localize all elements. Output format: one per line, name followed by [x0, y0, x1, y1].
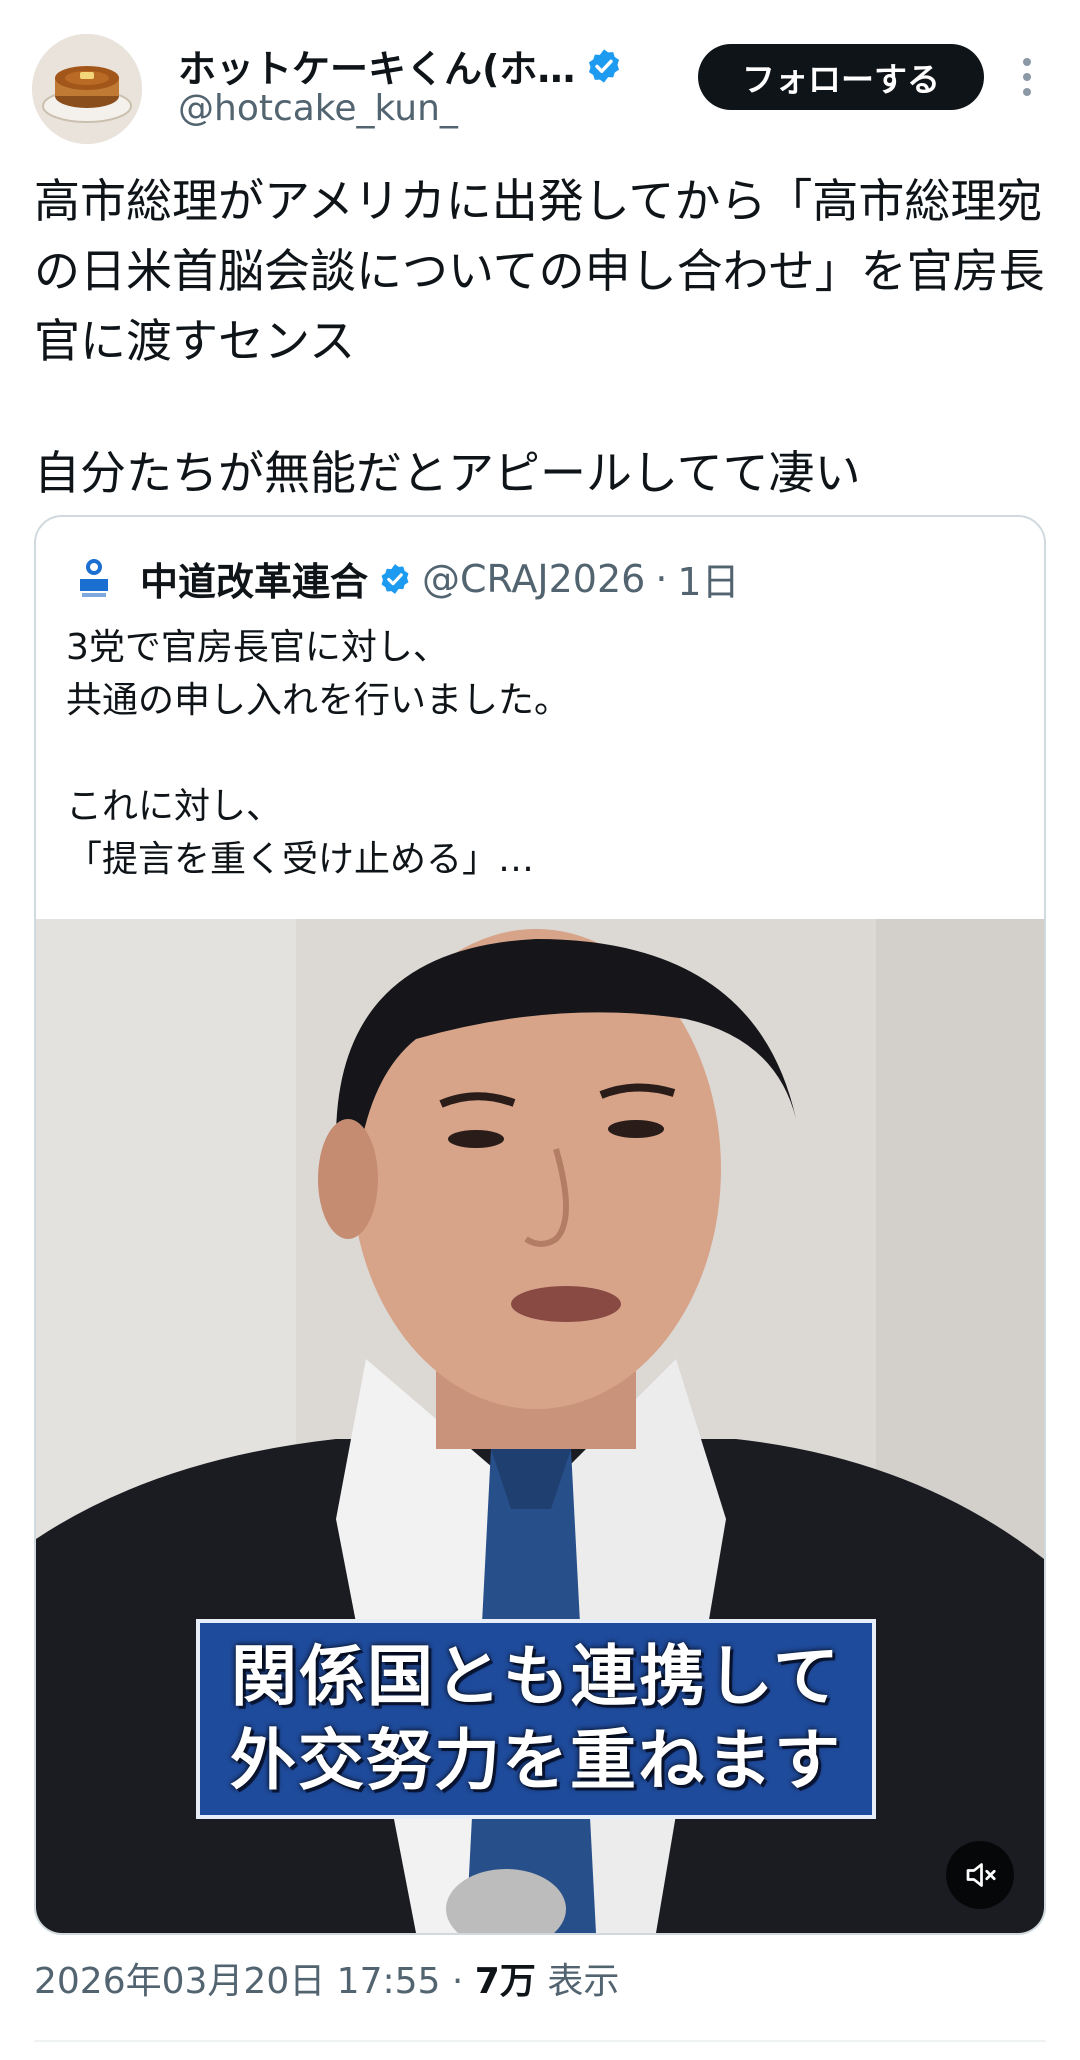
quoted-text-line: 「提言を重く受け止める」…	[66, 839, 535, 880]
quoted-author-row: 中道改革連合 @CRAJ2026 · 1日	[72, 551, 740, 606]
follow-button[interactable]: フォローする	[698, 44, 984, 110]
separator-dot: ·	[655, 556, 668, 601]
quoted-time[interactable]: 1日	[677, 551, 739, 606]
more-dot	[1023, 73, 1031, 81]
party-logo-icon	[72, 556, 116, 601]
quoted-text: 3党で官房長官に対し、 共通の申し入れを行いました。 これに対し、 「提言を重く…	[66, 621, 1016, 886]
tweet-header: ホットケーキくん(ホ… @hotcake_kun_ フォローする	[0, 0, 1080, 150]
author-display-name[interactable]: ホットケーキくん(ホ…	[178, 38, 575, 93]
unmute-button[interactable]	[946, 1841, 1014, 1909]
tweet-paragraph: 自分たちが無能だとアピールしてて凄い	[34, 446, 861, 500]
quoted-text-line: 共通の申し入れを行いました。	[66, 680, 571, 721]
quoted-text-line: 3党で官房長官に対し、	[66, 627, 449, 668]
hotcake-avatar-icon	[32, 34, 142, 144]
video-caption: 関係国とも連携して 外交努力を重ねます	[196, 1619, 876, 1819]
tweet-text: 高市総理がアメリカに出発してから「高市総理宛の日米首脳会談についての申し合わせ」…	[34, 166, 1054, 508]
caption-line: 外交努力を重ねます	[230, 1722, 842, 1799]
author-avatar[interactable]	[32, 34, 142, 144]
more-dot	[1023, 88, 1031, 96]
quoted-text-line: これに対し、	[66, 786, 283, 827]
speaker-muted-icon	[966, 1863, 996, 1887]
divider	[34, 2040, 1046, 2042]
verified-badge-icon	[589, 48, 620, 83]
quoted-display-name[interactable]: 中道改革連合	[140, 551, 368, 606]
author-name-row[interactable]: ホットケーキくん(ホ…	[178, 38, 623, 93]
video-player[interactable]: 関係国とも連携して 外交努力を重ねます	[36, 919, 1044, 1933]
tweet-meta: 2026年03月20日 17:55 · 7万 表示	[34, 1952, 619, 2004]
quoted-tweet-card[interactable]: 中道改革連合 @CRAJ2026 · 1日 3党で官房長官に対し、 共通の申し入…	[34, 515, 1046, 1935]
tweet-timestamp[interactable]: 2026年03月20日 17:55	[34, 1961, 440, 2002]
author-handle[interactable]: @hotcake_kun_	[178, 88, 458, 129]
separator-dot: ·	[451, 1961, 464, 2002]
views-count: 7万	[474, 1961, 536, 2002]
tweet-paragraph: 高市総理がアメリカに出発してから「高市総理宛の日米首脳会談についての申し合わせ」…	[34, 174, 1045, 368]
more-vertical-icon[interactable]	[1010, 52, 1044, 102]
caption-line: 関係国とも連携して	[230, 1638, 842, 1715]
quoted-handle[interactable]: @CRAJ2026	[422, 557, 645, 601]
more-dot	[1023, 58, 1031, 66]
verified-badge-icon	[381, 563, 409, 594]
views-label: 表示	[547, 1961, 620, 2002]
